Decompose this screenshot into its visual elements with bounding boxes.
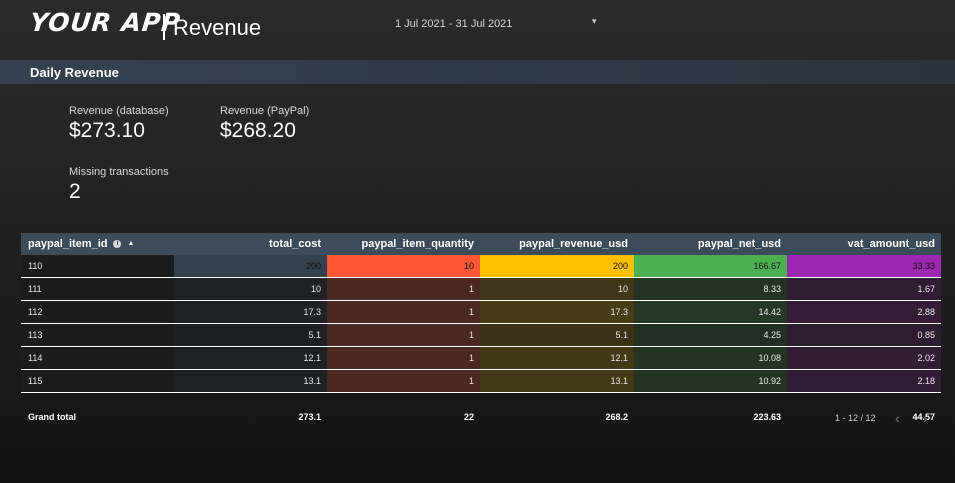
table-row[interactable]: 115 13.1 1 13.1 10.92 2.18 [21,370,941,393]
metric-value: $273.10 [69,119,145,142]
grand-total-label: Grand total [28,412,77,422]
table-cell: 13.1 [174,370,327,392]
grand-total-cell: 22 [463,412,474,422]
row-item-id-cell: 111 [21,278,174,300]
column-header-paypal-item-quantity[interactable]: paypal_item_quantity [327,233,480,255]
page-title: Revenue [173,15,262,40]
table-cell: 1 [327,347,480,369]
table-cell: 10 [327,255,480,277]
table-cell: 1 [327,301,480,323]
column-header-paypal-item-id[interactable]: paypal_item_id i ▲ [21,233,174,255]
table-cell: 10.92 [634,370,787,392]
table-row[interactable]: 110 200 10 200 166.67 33.33 [21,255,941,278]
grand-total-cell: 223.63 [753,412,781,422]
title-divider [163,14,165,40]
column-header-paypal-revenue-usd[interactable]: paypal_revenue_usd [480,233,634,255]
table-cell: 1 [327,324,480,346]
metric-revenue-paypal: Revenue (PayPal) $268.20 [220,105,309,143]
table-row[interactable]: 114 12.1 1 12.1 10.08 2.02 [21,347,941,370]
table-cell: 13.1 [480,370,634,392]
table-cell: 10.08 [634,347,787,369]
table-cell: 2.18 [787,370,941,392]
table-cell: 8.33 [634,278,787,300]
metric-revenue-database: Revenue (database) $273.10 [69,105,169,143]
row-item-id-cell: 112 [21,301,174,323]
table-cell: 1 [327,278,480,300]
metric-value: $268.20 [220,119,296,142]
table-body[interactable]: 110 200 10 200 166.67 33.33 111 10 1 10 8.33 1.67 11… [21,255,941,408]
table-cell: 10 [174,278,327,300]
table-cell: 1 [327,370,480,392]
grand-total-cell: 268.2 [605,412,628,422]
column-label: paypal_item_id [28,238,108,250]
table-cell: 166.67 [634,255,787,277]
table-cell: 4.25 [634,324,787,346]
grand-total-cell: 273.1 [298,412,321,422]
grand-total-row: Grand total 273.1 22 268.2 223.63 44.57 [21,408,941,426]
app-logo: YOUR APP [28,8,183,37]
column-header-vat-amount-usd[interactable]: vat_amount_usd [787,233,941,255]
table-cell: 17.3 [174,301,327,323]
row-item-id-cell: 114 [21,347,174,369]
table-cell: 5.1 [174,324,327,346]
table-cell: 12.1 [174,347,327,369]
table-cell: 0.85 [787,324,941,346]
table-cell: 17.3 [480,301,634,323]
metric-label: Revenue (database) [69,105,169,117]
row-item-id-cell: 110 [21,255,174,277]
table-cell: 200 [174,255,327,277]
metric-label: Revenue (PayPal) [220,105,310,117]
table-cell: 14.42 [634,301,787,323]
pagination-label: 1 - 12 / 12 [835,413,876,423]
table-cell: 10 [480,278,634,300]
table-cell: 5.1 [480,324,634,346]
metric-label: Missing transactions [69,166,169,178]
metric-missing-transactions: Missing transactions 2 [69,166,169,204]
table-row[interactable]: 111 10 1 10 8.33 1.67 [21,278,941,301]
chevron-down-icon[interactable]: ▾ [592,16,597,27]
date-range-picker[interactable]: 1 Jul 2021 - 31 Jul 2021 [395,18,512,30]
row-item-id-cell: 113 [21,324,174,346]
table-row[interactable]: 112 17.3 1 17.3 14.42 2.88 [21,301,941,324]
column-header-total-cost[interactable]: total_cost [174,233,327,255]
table-cell: 1.67 [787,278,941,300]
next-page-icon[interactable]: › [923,410,928,426]
table-row[interactable]: 113 5.1 1 5.1 4.25 0.85 [21,324,941,347]
section-header: Daily Revenue [0,60,955,84]
row-item-id-cell: 115 [21,370,174,392]
prev-page-icon[interactable]: ‹ [895,410,900,426]
table-cell: 33.33 [787,255,941,277]
column-header-paypal-net-usd[interactable]: paypal_net_usd [634,233,787,255]
info-icon[interactable]: i [113,240,122,248]
table-cell: 12.1 [480,347,634,369]
metric-value: 2 [69,180,81,203]
sort-ascending-icon[interactable]: ▲ [127,233,134,255]
table-cell: 2.88 [787,301,941,323]
table-header: paypal_item_id i ▲ total_cost paypal_ite… [21,233,941,255]
header: YOUR APP Revenue 1 Jul 2021 - 31 Jul 202… [0,0,955,58]
revenue-table: paypal_item_id i ▲ total_cost paypal_ite… [21,233,941,426]
table-cell: 200 [480,255,634,277]
section-title: Daily Revenue [30,65,119,80]
table-cell: 2.02 [787,347,941,369]
